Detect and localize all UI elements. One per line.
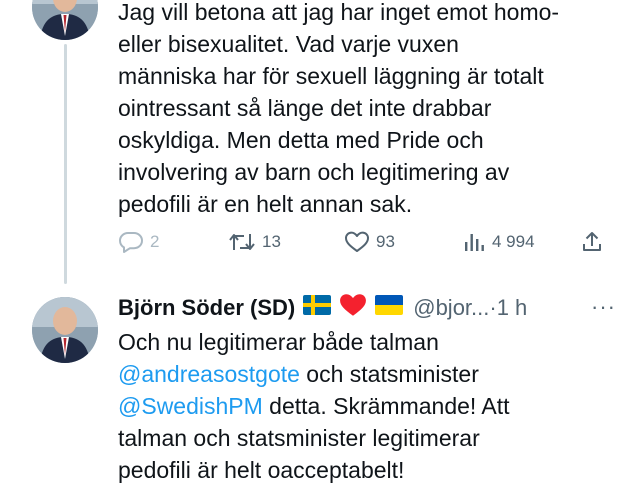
tweet-text-line: pedofili är en helt annan sak. (118, 191, 413, 217)
avatar-photo (32, 297, 98, 363)
views-icon (465, 234, 484, 251)
avatar[interactable] (32, 297, 98, 363)
separator-dot: · (489, 295, 497, 320)
heart-emoji-icon (339, 292, 367, 324)
like-icon (345, 231, 369, 252)
views-button[interactable]: 4 994 (462, 230, 535, 254)
tweet-text-line: människa har för sexuell läggning är tot… (118, 63, 544, 89)
share-icon (583, 232, 601, 251)
tweet-text-line: involvering av barn och legitimering av (118, 159, 510, 185)
retweet-icon (229, 234, 255, 250)
tweet-text-line: @SwedishPM detta. Skrämmande! Att (118, 390, 618, 422)
tweet-text-line: Jag vill betona att jag har inget emot h… (118, 0, 560, 25)
tweet-text-line: oskyldiga. Men detta med Pride och (118, 127, 484, 153)
tweet-text-line: Och nu legitimerar både talman (118, 329, 439, 355)
reply-button[interactable]: 2 (118, 230, 159, 254)
avatar-photo (32, 0, 98, 40)
tweet-text: Och nu legitimerar både talman @andreaso… (118, 326, 618, 486)
like-count: 93 (376, 232, 395, 251)
views-count: 4 994 (492, 232, 535, 251)
tweet-text-line: pedofili är helt oacceptabelt! (118, 457, 405, 483)
sweden-flag-icon (303, 295, 332, 321)
user-handle[interactable]: @bjor... (413, 295, 489, 321)
tweet-header: Björn Söder (SD) @bjor... · 1 h ··· (118, 292, 615, 324)
reply-count: 2 (150, 232, 160, 251)
tweet-action-bar: 2 13 93 4 994 (118, 230, 608, 258)
tweet-text-fragment: och statsminister (299, 361, 479, 387)
avatar[interactable] (32, 0, 98, 40)
ukraine-flag-icon (375, 295, 404, 321)
tweet-text-line: eller bisexualitet. Vad varje vuxen (118, 31, 459, 57)
tweet-text-fragment: detta. Skrämmande! Att (262, 393, 510, 419)
tweet-text: Jag vill betona att jag har inget emot h… (118, 0, 608, 220)
tweet-text-line: @andreasostgote och statsminister (118, 358, 618, 390)
thread-connector-line (64, 44, 67, 284)
like-button[interactable]: 93 (344, 230, 395, 254)
mention-link[interactable]: @andreasostgote (118, 361, 300, 387)
share-button[interactable] (580, 230, 604, 254)
tweet-text-line: ointressant så länge det inte drabbar (118, 95, 492, 121)
mention-link[interactable]: @SwedishPM (118, 393, 263, 419)
display-name[interactable]: Björn Söder (SD) (118, 295, 295, 321)
retweet-count: 13 (262, 232, 281, 251)
timestamp[interactable]: 1 h (497, 295, 528, 321)
more-icon[interactable]: ··· (591, 294, 616, 320)
reply-icon (119, 232, 143, 253)
tweet-text-line: talman och statsminister legitimerar (118, 425, 480, 451)
retweet-button[interactable]: 13 (228, 230, 281, 254)
